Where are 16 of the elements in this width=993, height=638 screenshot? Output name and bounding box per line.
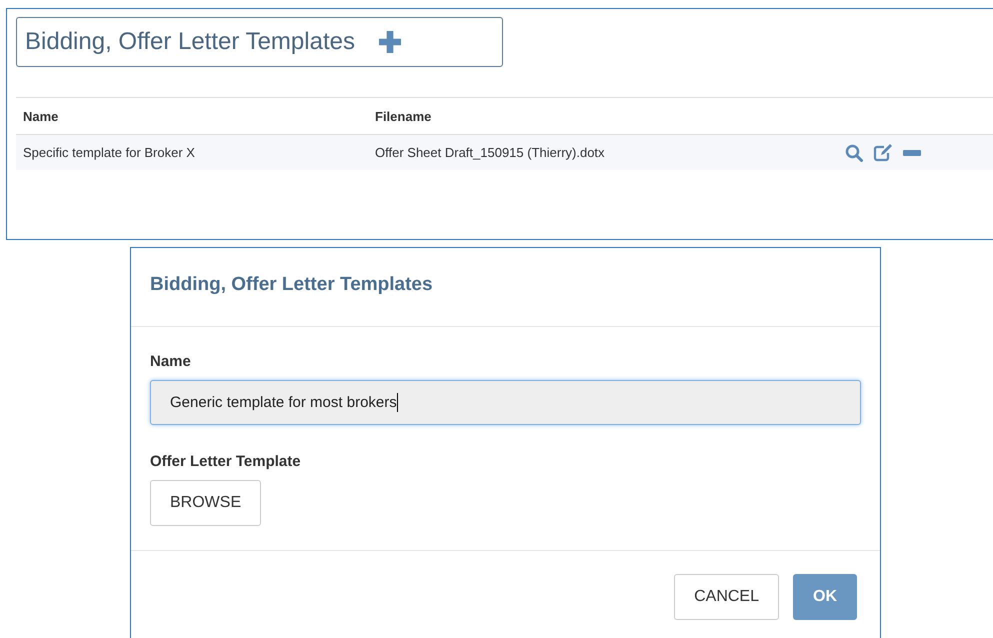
edit-icon[interactable] [873,144,893,162]
table-cell-text: Offer Sheet Draft_150915 (Thierry).dotx [375,145,606,160]
cancel-button[interactable]: CANCEL [674,574,779,620]
field-label: Offer Letter Template [150,453,302,470]
field-label: Name [150,353,192,370]
search-icon[interactable] [845,144,863,162]
dialog-title: Bidding, Offer Letter Templates [131,248,880,327]
name-field[interactable]: Generic template for most brokers [150,380,861,425]
table-cell-text: Specific template for Broker X [23,145,196,160]
table-row[interactable]: Specific template for Broker X Offer Sheet Draft_150915 (Thierry).dotx [16,135,993,170]
add-icon[interactable] [378,31,401,53]
browse-button[interactable]: BROWSE [150,480,262,526]
column-header: Name [23,108,60,124]
panel-title: Bidding, Offer Letter Templates [25,28,355,56]
remove-icon[interactable] [903,150,921,156]
column-header: Filename [375,108,432,124]
